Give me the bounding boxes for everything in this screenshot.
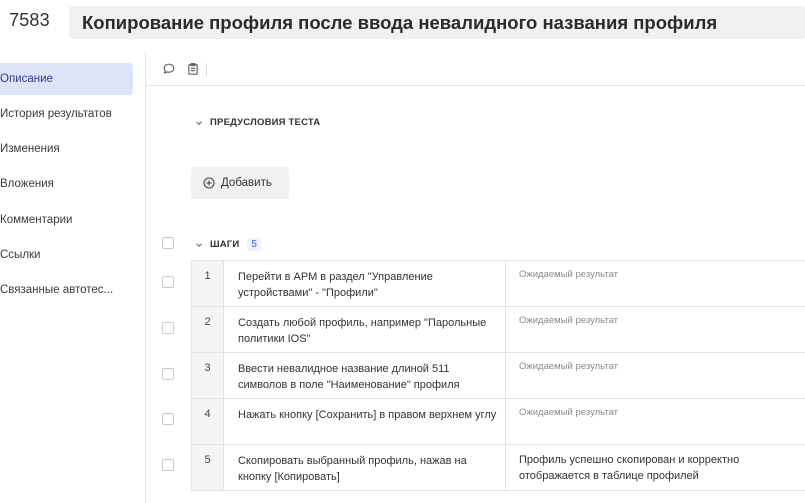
editor-toolbar [146, 52, 805, 86]
step-number: 4 [191, 399, 224, 444]
sidebar-item-linked-autotests[interactable]: Связанные автотес... [0, 274, 133, 306]
table-row[interactable]: 2 Создать любой профиль, например "Парол… [191, 307, 805, 353]
add-button-label: Добавить [221, 177, 272, 189]
sidebar-item-changes[interactable]: Изменения [0, 133, 133, 165]
chevron-down-icon [196, 120, 202, 125]
comment-icon[interactable] [162, 62, 176, 76]
step-action[interactable]: Перейти в АРМ в раздел "Управление устро… [238, 269, 498, 301]
preconditions-header[interactable]: ПРЕДУСЛОВИЯ ТЕСТА [194, 117, 320, 128]
steps-table: 1 Перейти в АРМ в раздел "Управление уст… [191, 260, 805, 491]
case-title-field[interactable]: Копирование профиля после ввода невалидн… [69, 6, 805, 39]
step-action[interactable]: Нажать кнопку [Сохранить] в правом верхн… [238, 407, 498, 423]
main-content: ПРЕДУСЛОВИЯ ТЕСТА Добавить ШАГИ 5 1 Пере… [146, 52, 805, 503]
steps-header[interactable]: ШАГИ 5 [194, 238, 262, 251]
step-action[interactable]: Ввести невалидное название длиной 511 си… [238, 361, 498, 393]
chevron-down-icon [196, 242, 202, 247]
step-number: 1 [191, 261, 224, 306]
sidebar-item-comments[interactable]: Комментарии [0, 204, 133, 236]
step-action[interactable]: Скопировать выбранный профиль, нажав на … [238, 453, 498, 485]
table-row[interactable]: 1 Перейти в АРМ в раздел "Управление уст… [191, 261, 805, 307]
step-checkbox[interactable] [162, 276, 174, 288]
step-checkbox[interactable] [162, 413, 174, 425]
sidebar-item-results-history[interactable]: История результатов [0, 98, 133, 130]
case-id: 7583 [9, 10, 50, 30]
expected-result-field[interactable]: Ожидаемый результат [519, 405, 799, 421]
column-divider [505, 445, 506, 490]
plus-circle-icon [203, 177, 215, 189]
expected-result-field[interactable]: Ожидаемый результат [519, 313, 799, 329]
step-action[interactable]: Создать любой профиль, например "Парольн… [238, 315, 498, 347]
expected-result-field[interactable]: Профиль успешно скопирован и корректно о… [519, 452, 799, 484]
step-number: 3 [191, 353, 224, 398]
step-checkbox[interactable] [162, 368, 174, 380]
clipboard-icon[interactable] [186, 62, 200, 76]
steps-title: ШАГИ [210, 239, 240, 250]
sidebar-item-links[interactable]: Ссылки [0, 239, 133, 271]
sidebar-nav: Описание История результатов Изменения В… [0, 52, 146, 503]
step-number: 5 [191, 445, 224, 490]
step-checkbox[interactable] [162, 459, 174, 471]
preconditions-title: ПРЕДУСЛОВИЯ ТЕСТА [210, 117, 321, 128]
select-all-steps-checkbox[interactable] [162, 237, 174, 249]
expected-result-field[interactable]: Ожидаемый результат [519, 267, 799, 283]
column-divider [505, 399, 506, 444]
add-precondition-button[interactable]: Добавить [191, 167, 289, 199]
toolbar-divider [206, 63, 207, 76]
page-title: Копирование профиля после ввода невалидн… [82, 12, 718, 33]
sidebar-item-attachments[interactable]: Вложения [0, 168, 133, 200]
column-divider [505, 261, 506, 306]
column-divider [505, 353, 506, 398]
table-row[interactable]: 3 Ввести невалидное название длиной 511 … [191, 353, 805, 399]
column-divider [505, 307, 506, 352]
sidebar-item-description[interactable]: Описание [0, 63, 133, 95]
expected-result-field[interactable]: Ожидаемый результат [519, 359, 799, 375]
page-header: 7583 Копирование профиля после ввода нев… [0, 0, 805, 52]
table-row[interactable]: 4 Нажать кнопку [Сохранить] в правом вер… [191, 399, 805, 445]
steps-count-badge: 5 [247, 238, 262, 251]
step-number: 2 [191, 307, 224, 352]
table-row[interactable]: 5 Скопировать выбранный профиль, нажав н… [191, 445, 805, 491]
step-checkbox[interactable] [162, 322, 174, 334]
